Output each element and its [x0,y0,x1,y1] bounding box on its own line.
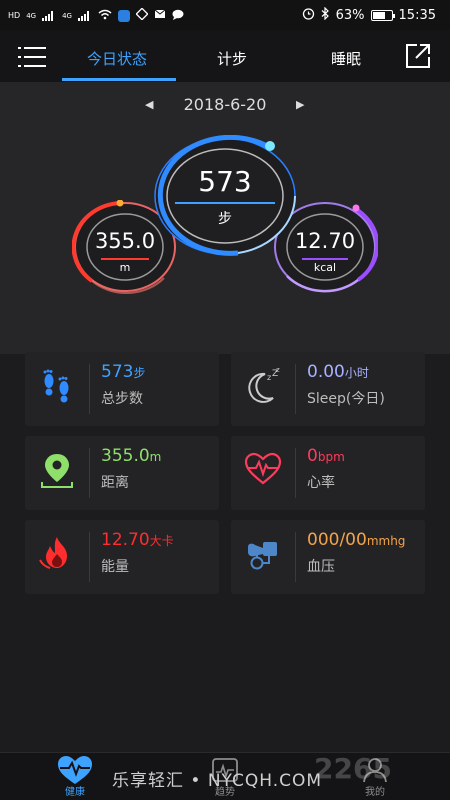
alarm-icon [302,7,315,24]
svg-text:z: z [267,373,271,382]
heartbeat-icon [243,450,283,490]
card-label: Sleep(今日) [307,391,385,407]
calories-ring-unit: kcal [313,261,337,274]
blood-pressure-icon [243,534,283,574]
watermark-logo: 2265 [314,752,392,785]
steps-ring-unit: 步 [218,211,232,227]
distance-ring-unit: m [119,261,131,274]
app-header: 今日状态 计步 睡眠 [0,30,450,82]
footprints-icon [37,366,77,406]
status-bar: HD 4G 4G 63% 15:35 [0,0,450,30]
signal-icon-2 [77,10,92,21]
energy-value: 12.70 [101,530,150,550]
bluetooth-icon [321,6,330,24]
card-divider [89,532,90,582]
status-right: 63% 15:35 [302,6,436,24]
heart-rate-value: 0 [307,446,318,466]
network-4g-label: 4G [26,11,37,20]
card-blood-pressure[interactable]: 000/00mmhg 血压 [231,520,425,594]
next-date-icon[interactable]: ▶ [296,98,304,111]
card-label: 能量 [101,559,129,575]
blood-pressure-unit: mmhg [366,534,406,548]
moon-sleep-icon: z Z z [243,366,283,406]
steps-ring-value: 573 [198,165,252,198]
card-distance[interactable]: 355.0m 距离 [25,436,219,510]
card-divider [295,364,296,414]
hd-badge: HD [8,11,21,20]
battery-icon [370,10,395,21]
share-icon[interactable] [405,43,431,69]
sleep-value: 0.00 [307,362,345,382]
card-divider [89,364,90,414]
steps-unit: 步 [133,366,146,380]
clock: 15:35 [398,8,436,23]
card-value: 12.70大卡 [101,530,174,550]
steps-ring[interactable]: 573 步 [152,135,298,257]
watermark-text: 乐享轻汇 • NYCQH.COM [112,771,323,791]
card-divider [295,448,296,498]
steps-ring-line [175,202,275,204]
card-heart-rate[interactable]: 0bpm 心率 [231,436,425,510]
mail-notification-icon [154,8,166,23]
sleep-unit: 小时 [344,366,369,380]
nav-mine-label: 我的 [365,787,385,798]
date-label: 2018-6-20 [183,95,267,114]
card-label: 心率 [307,475,335,491]
card-value: 573步 [101,362,145,382]
tab-steps[interactable]: 计步 [217,48,247,69]
menu-icon[interactable] [18,46,46,68]
distance-ring-line [101,258,149,260]
distance-unit: m [149,450,162,464]
card-total-steps[interactable]: 573步 总步数 [25,352,219,426]
card-value: 0.00小时 [307,362,369,382]
signal-icon [42,10,56,21]
battery-percent: 63% [335,8,365,23]
calories-ring-line [302,258,348,260]
card-value: 000/00mmhg [307,530,405,550]
tab-sleep[interactable]: 睡眠 [331,48,361,69]
card-sleep[interactable]: z Z z 0.00小时 Sleep(今日) [231,352,425,426]
date-selector: ◀ 2018-6-20 ▶ [0,95,450,115]
chat-notification-icon [172,9,184,23]
card-energy[interactable]: 12.70大卡 能量 [25,520,219,594]
active-tab-indicator [62,78,176,81]
card-divider [295,532,296,582]
card-label: 总步数 [101,391,143,407]
svg-text:z: z [276,366,280,374]
heart-rate-unit: bpm [317,450,345,464]
flame-icon [37,534,77,574]
location-pin-icon [37,450,77,490]
card-divider [89,448,90,498]
tab-today-status[interactable]: 今日状态 [87,48,147,69]
network-4g-label-2: 4G [62,11,72,20]
nav-health-label: 健康 [65,787,85,798]
distance-value: 355.0 [101,446,150,466]
card-label: 距离 [101,475,129,491]
wifi-icon [98,9,112,23]
card-value: 355.0m [101,446,161,466]
card-value: 0bpm [307,446,345,466]
blood-pressure-value: 000/00 [307,530,367,550]
app-notification-icon [117,9,130,22]
nav-health[interactable]: 健康 [45,755,105,800]
energy-unit: 大卡 [149,534,174,548]
steps-value: 573 [101,362,134,382]
status-left: HD 4G 4G [8,7,184,23]
card-label: 血压 [307,559,335,575]
diamond-notification-icon [135,7,149,23]
